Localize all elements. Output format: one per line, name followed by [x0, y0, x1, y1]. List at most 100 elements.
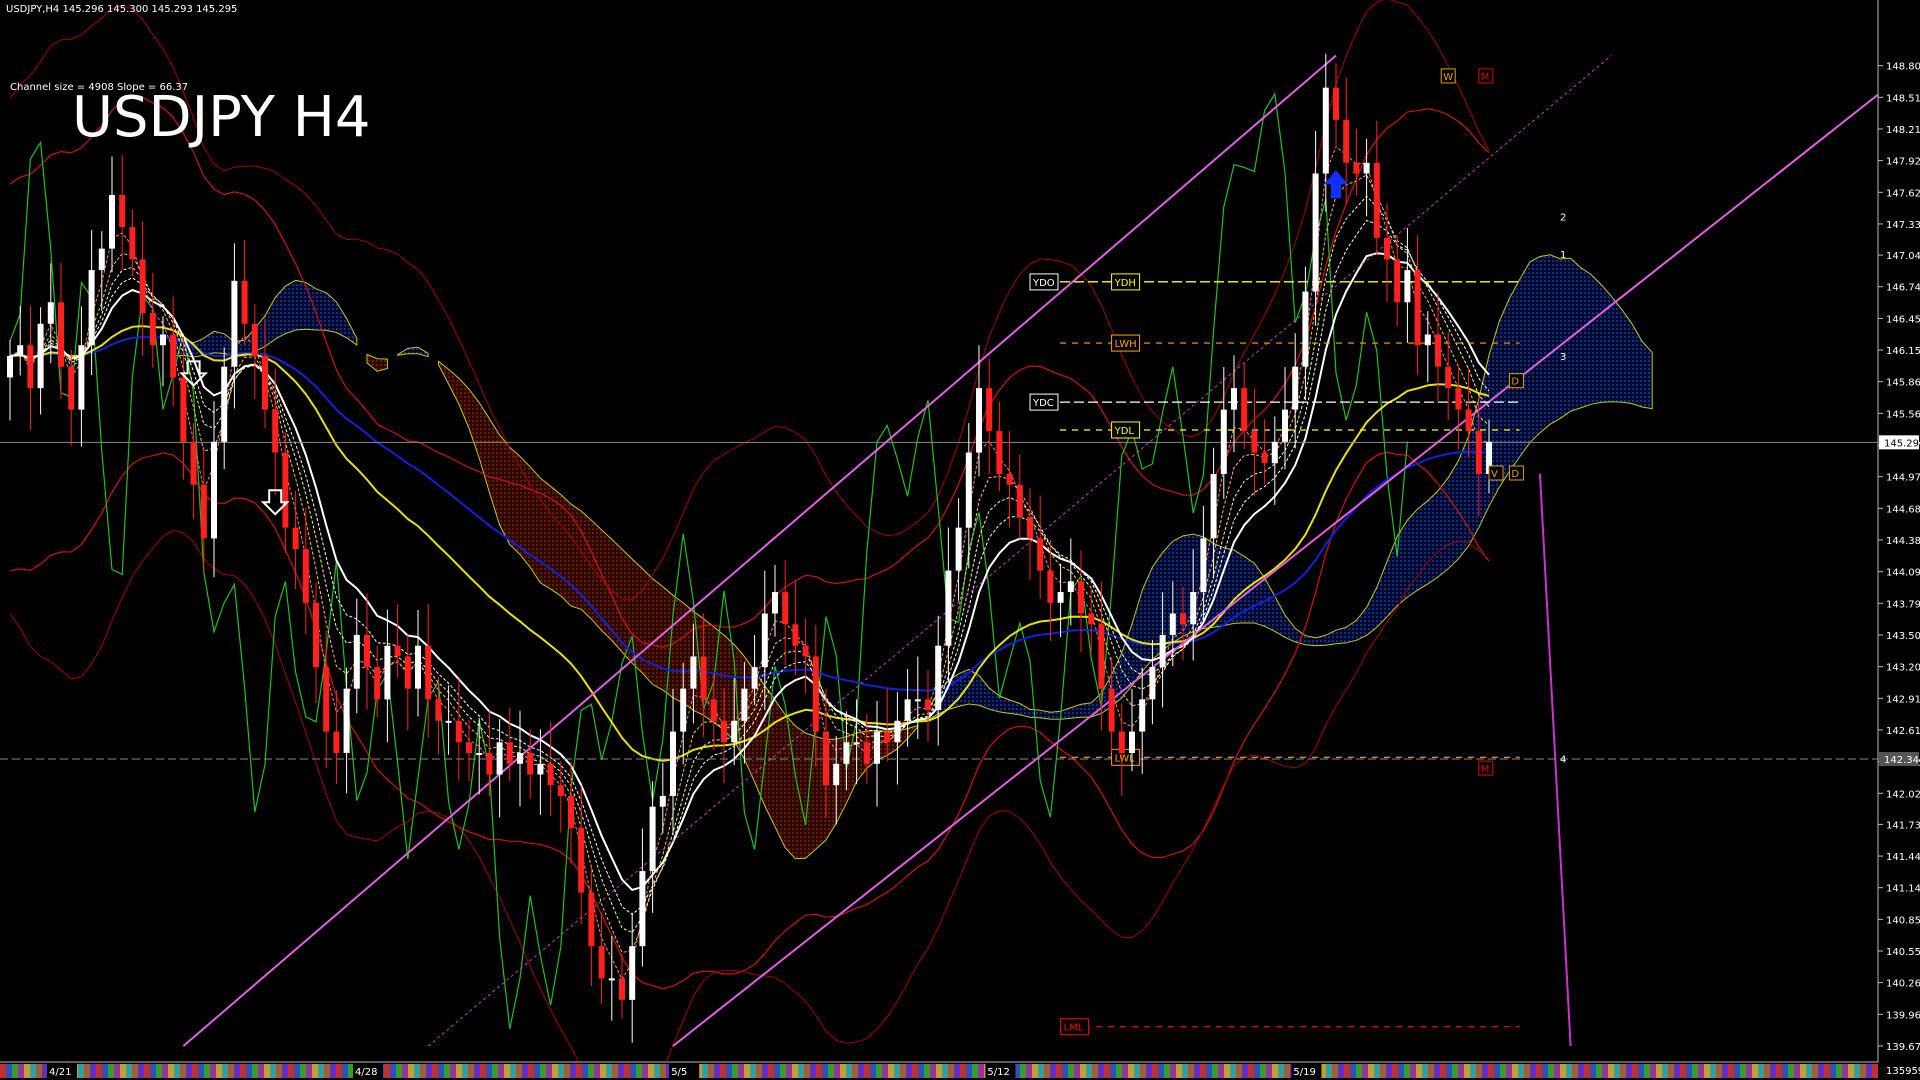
level-label: YDC: [1032, 398, 1054, 409]
x-axis-strip-cell: [246, 1064, 252, 1078]
candle-body: [598, 946, 605, 979]
candle-body: [1251, 431, 1258, 453]
x-axis-strip-cell: [846, 1064, 852, 1078]
x-axis-strip-cell: [714, 1064, 720, 1078]
x-tick-label: 5/12: [987, 1067, 1009, 1078]
y-tick-label: 146.155: [1886, 346, 1920, 357]
candle-body: [904, 699, 911, 721]
candle-body: [1220, 409, 1227, 474]
x-axis-strip-cell: [282, 1064, 288, 1078]
x-axis-strip-cell: [642, 1064, 648, 1078]
candle-body: [190, 441, 197, 485]
x-axis-strip-cell: [576, 1064, 582, 1078]
x-axis-strip-cell: [930, 1064, 936, 1078]
y-tick-label: 142.910: [1886, 694, 1920, 705]
x-axis-strip-cell: [1350, 1064, 1356, 1078]
x-axis-strip-cell: [1152, 1064, 1158, 1078]
x-axis-strip-cell: [1260, 1064, 1266, 1078]
x-axis-strip-cell: [1806, 1064, 1812, 1078]
y-axis: 148.805 148.510 148.215 147.920 147.625 147.3…: [1878, 62, 1920, 1077]
candle-body: [333, 731, 340, 754]
candle-body: [1363, 162, 1370, 174]
x-axis-strip-cell: [138, 1064, 144, 1078]
upper-band-line: [9, 95, 1490, 648]
x-axis-strip-cell: [438, 1064, 444, 1078]
x-axis-strip-cell: [1392, 1064, 1398, 1078]
x-tick-label: 4/28: [355, 1067, 377, 1078]
x-axis-strip-cell: [108, 1064, 114, 1078]
candle-body: [404, 656, 411, 689]
y-tick-label: 148.215: [1886, 125, 1920, 136]
box-marker-label: M: [1481, 72, 1490, 83]
candle-body: [1231, 388, 1237, 410]
x-axis-strip-cell: [1872, 1064, 1878, 1078]
candle-body: [1067, 581, 1074, 593]
x-axis-strip-cell: [1476, 1064, 1482, 1078]
candle-body: [568, 795, 574, 829]
x-axis-strip-cell: [804, 1064, 810, 1078]
x-axis-strip-cell: [258, 1064, 264, 1078]
x-axis-strip-cell: [1158, 1064, 1164, 1078]
y-tick-label: 144.385: [1886, 536, 1920, 547]
x-axis-strip-cell: [306, 1064, 312, 1078]
y-tick-label: 141.735: [1886, 820, 1920, 831]
x-axis-strip-cell: [408, 1064, 414, 1078]
candle-body: [578, 828, 585, 893]
x-axis-strip-cell: [1764, 1064, 1770, 1078]
right-marker-label: 4: [1560, 754, 1566, 765]
candle-body: [914, 699, 921, 702]
x-axis-strip-cell: [1236, 1064, 1242, 1078]
channel-lower-line: [672, 93, 1878, 1047]
candle-body: [557, 785, 564, 796]
x-axis-strip-cell: [600, 1064, 606, 1078]
candle-body: [619, 978, 625, 1000]
x-axis-strip-cell: [606, 1064, 612, 1078]
x-axis-strip-cell: [708, 1064, 714, 1078]
x-axis-strip-cell: [900, 1064, 906, 1078]
price-chart[interactable]: YDOYDHLWHYDCYDLLWLLML 2134MWDVDM 148.805…: [0, 0, 1920, 1080]
x-axis-strip-cell: [1194, 1064, 1200, 1078]
x-axis-strip-cell: [144, 1064, 150, 1078]
x-axis-strip-cell: [1452, 1064, 1458, 1078]
candle-body: [88, 270, 95, 346]
candle-body: [486, 753, 493, 775]
x-axis-strip-cell: [960, 1064, 966, 1078]
channel-upper-line: [182, 54, 1337, 1047]
x-axis-strip-cell: [1098, 1064, 1104, 1078]
x-axis-strip-cell: [1326, 1064, 1332, 1078]
candle-body: [710, 699, 717, 721]
x-axis-strip-cell: [1410, 1064, 1416, 1078]
x-axis-strip-cell: [564, 1064, 570, 1078]
x-axis-strip-cell: [912, 1064, 918, 1078]
level-label: LML: [1064, 1023, 1084, 1034]
x-axis-strip-cell: [942, 1064, 948, 1078]
candle-body: [353, 634, 360, 689]
x-axis-strip-cell: [1518, 1064, 1524, 1078]
x-axis-strip-cell: [906, 1064, 912, 1078]
y-tick-label: 147.040: [1886, 251, 1920, 262]
candle-body: [7, 355, 13, 378]
candle-body: [955, 527, 962, 571]
x-axis-strip-cell: [294, 1064, 300, 1078]
candle-body: [415, 645, 421, 689]
x-axis-strip-cell: [852, 1064, 858, 1078]
x-axis-strip-cell: [1626, 1064, 1632, 1078]
x-axis-strip-cell: [1668, 1064, 1674, 1078]
candle-body: [17, 345, 24, 356]
x-axis-strip-cell: [594, 1064, 600, 1078]
x-axis-strip-cell: [546, 1064, 552, 1078]
y-tick-label: 140.260: [1886, 979, 1920, 990]
candle-body: [1149, 667, 1156, 700]
x-axis-strip-cell: [336, 1064, 342, 1078]
x-axis-strip-cell: [432, 1064, 438, 1078]
level-label: YDO: [1032, 278, 1055, 289]
x-axis-strip-cell: [510, 1064, 516, 1078]
candle-body: [649, 806, 656, 872]
x-axis-strip-cell: [1698, 1064, 1704, 1078]
candle-body: [629, 946, 636, 1000]
x-axis-strip-cell: [210, 1064, 216, 1078]
x-axis-strip-cell: [1782, 1064, 1788, 1078]
x-axis-strip-cell: [1374, 1064, 1380, 1078]
x-axis-strip-cell: [18, 1064, 24, 1078]
x-axis-strip-cell: [1056, 1064, 1062, 1078]
